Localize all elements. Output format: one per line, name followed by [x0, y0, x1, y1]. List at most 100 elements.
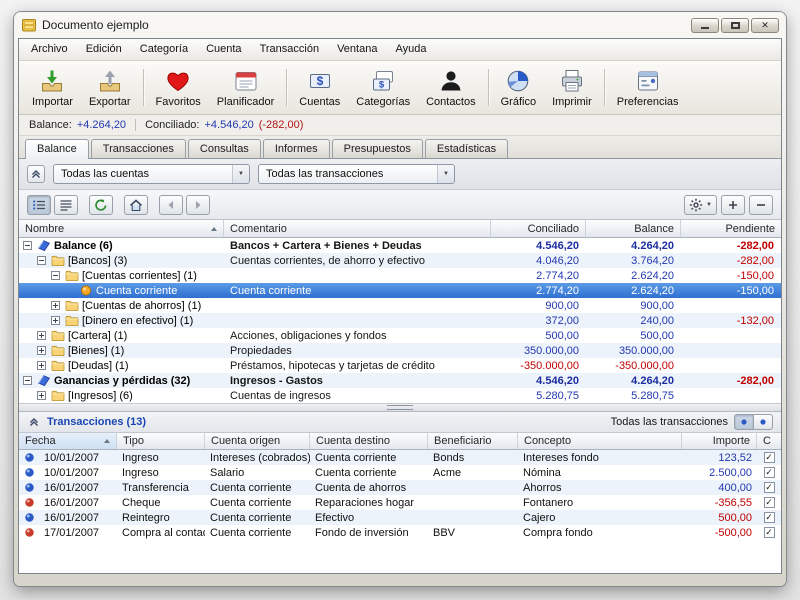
menu-ventana[interactable]: Ventana	[328, 39, 386, 60]
splitter-handle[interactable]	[19, 403, 781, 412]
tree-pending-cell: -132,00	[681, 315, 781, 327]
list-flat-button[interactable]	[54, 195, 78, 215]
transaction-row[interactable]: 16/01/2007ChequeCuenta corrienteReparaci…	[19, 495, 781, 510]
forward-button[interactable]	[186, 195, 210, 215]
home-button[interactable]	[124, 195, 148, 215]
refresh-button[interactable]	[89, 195, 113, 215]
tree-pending-cell: -282,00	[681, 255, 781, 267]
expander-plus-icon[interactable]	[37, 346, 46, 355]
tab-informes[interactable]: Informes	[263, 139, 330, 158]
tree-column-comentario[interactable]: Comentario	[224, 220, 491, 237]
list-detail-button[interactable]	[27, 195, 51, 215]
toolbar-favoritos-button[interactable]: Favoritos	[148, 63, 209, 112]
toolbar-imprimir-button[interactable]: Imprimir	[544, 63, 600, 112]
tree-row[interactable]: Ganancias y pérdidas (32)Ingresos - Gast…	[19, 373, 781, 388]
tree-row[interactable]: Cuenta corrienteCuenta corriente2.774,20…	[19, 283, 781, 298]
tab-balance[interactable]: Balance	[25, 139, 89, 159]
checkbox-checked[interactable]: ✓	[764, 452, 775, 463]
tree-column-pendiente[interactable]: Pendiente	[681, 220, 781, 237]
toolbar-exportar-button[interactable]: Exportar	[81, 63, 139, 112]
tree-row[interactable]: [Cartera] (1)Acciones, obligaciones y fo…	[19, 328, 781, 343]
toolbar-planificador-button[interactable]: Planificador	[209, 63, 282, 112]
transaction-row[interactable]: 17/01/2007Compra al contadoCuenta corrie…	[19, 525, 781, 540]
toolbar-grafico-button[interactable]: Gráfico	[493, 63, 544, 112]
add-button[interactable]	[721, 195, 745, 215]
tree-row[interactable]: [Bancos] (3)Cuentas corrientes, de ahorr…	[19, 253, 781, 268]
expander-minus-icon[interactable]	[51, 271, 60, 280]
gear-button[interactable]: ▼	[684, 195, 717, 215]
collapse-filters-button[interactable]	[27, 165, 45, 183]
checkbox-checked[interactable]: ✓	[764, 467, 775, 478]
transaction-row[interactable]: 10/01/2007IngresoIntereses (cobrados)Cue…	[19, 450, 781, 465]
tab-presupuestos[interactable]: Presupuestos	[332, 139, 423, 158]
remove-button[interactable]	[749, 195, 773, 215]
tab-estadisticas[interactable]: Estadísticas	[425, 139, 508, 158]
view-switch-list-button[interactable]	[734, 414, 754, 430]
expander-plus-icon[interactable]	[37, 361, 46, 370]
menu-cuenta[interactable]: Cuenta	[197, 39, 250, 60]
tab-consultas[interactable]: Consultas	[188, 139, 261, 158]
close-button[interactable]: ✕	[751, 18, 779, 33]
collapse-transactions-button[interactable]	[27, 415, 41, 429]
title-bar[interactable]: Documento ejemplo ✕	[14, 12, 786, 38]
transaction-income-icon	[24, 512, 35, 523]
back-button[interactable]	[159, 195, 183, 215]
tree-row[interactable]: [Ingresos] (6)Cuentas de ingresos5.280,7…	[19, 388, 781, 403]
toolbar-contactos-button[interactable]: Contactos	[418, 63, 484, 112]
tree-column-balance[interactable]: Balance	[586, 220, 681, 237]
checkbox-checked[interactable]: ✓	[764, 482, 775, 493]
expander-plus-icon[interactable]	[37, 331, 46, 340]
transactions-column-beneficiario[interactable]: Beneficiario	[428, 433, 518, 449]
maximize-button[interactable]	[721, 18, 749, 33]
expander-plus-icon[interactable]	[51, 316, 60, 325]
transactions-column-fecha[interactable]: Fecha	[19, 433, 117, 449]
tree-reconciled-cell: 5.280,75	[491, 390, 586, 402]
accounts-filter-select[interactable]: Todas las cuentas ▼	[53, 164, 250, 184]
transactions-column-cuenta-origen[interactable]: Cuenta origen	[205, 433, 310, 449]
tree-row[interactable]: [Cuentas corrientes] (1)2.774,202.624,20…	[19, 268, 781, 283]
tree-row[interactable]: [Bienes] (1)Propiedades350.000,00350.000…	[19, 343, 781, 358]
tab-transacciones[interactable]: Transacciones	[91, 139, 186, 158]
tree-row[interactable]: Balance (6)Bancos + Cartera + Bienes + D…	[19, 238, 781, 253]
transaction-row[interactable]: 16/01/2007TransferenciaCuenta corrienteC…	[19, 480, 781, 495]
expander-minus-icon[interactable]	[23, 376, 32, 385]
transaction-type-icon-cell	[19, 482, 39, 493]
transaction-row[interactable]: 16/01/2007ReintegroCuenta corrienteEfect…	[19, 510, 781, 525]
menu-transaccion[interactable]: Transacción	[251, 39, 329, 60]
tree-row[interactable]: [Cuentas de ahorros] (1)900,00900,00	[19, 298, 781, 313]
transactions-column-importe[interactable]: Importe	[682, 433, 757, 449]
toolbar-preferencias-button[interactable]: Preferencias	[609, 63, 687, 112]
pending-value: (-282,00)	[259, 119, 304, 131]
tree-column-nombre[interactable]: Nombre	[19, 220, 224, 237]
checkbox-checked[interactable]: ✓	[764, 497, 775, 508]
toolbar-button-label: Cuentas	[299, 96, 340, 108]
transactions-column-concepto[interactable]: Concepto	[518, 433, 682, 449]
toolbar-categorias-button[interactable]: $Categorías	[348, 63, 418, 112]
toolbar-importar-button[interactable]: Importar	[24, 63, 81, 112]
checkbox-checked[interactable]: ✓	[764, 527, 775, 538]
transactions-column-tipo[interactable]: Tipo	[117, 433, 205, 449]
checkbox-checked[interactable]: ✓	[764, 512, 775, 523]
toolbar-cuentas-button[interactable]: $Cuentas	[291, 63, 348, 112]
transactions-filter-select[interactable]: Todas las transacciones ▼	[258, 164, 455, 184]
transaction-type-icon-cell	[19, 527, 39, 538]
expander-minus-icon[interactable]	[37, 256, 46, 265]
transactions-column-c[interactable]: C	[757, 433, 781, 449]
expander-plus-icon[interactable]	[51, 301, 60, 310]
view-toolbar: ▼	[19, 190, 781, 220]
expander-plus-icon[interactable]	[37, 391, 46, 400]
menu-edicion[interactable]: Edición	[77, 39, 131, 60]
menu-ayuda[interactable]: Ayuda	[386, 39, 435, 60]
tree-row[interactable]: [Deudas] (1)Préstamos, hipotecas y tarje…	[19, 358, 781, 373]
menu-categoria[interactable]: Categoría	[131, 39, 197, 60]
tree-column-conciliado[interactable]: Conciliado	[491, 220, 586, 237]
transactions-column-cuenta-destino[interactable]: Cuenta destino	[310, 433, 428, 449]
tree-balance-cell: 240,00	[586, 315, 681, 327]
menu-archivo[interactable]: Archivo	[22, 39, 77, 60]
minimize-button[interactable]	[691, 18, 719, 33]
tree-row[interactable]: [Dinero en efectivo] (1)372,00240,00-132…	[19, 313, 781, 328]
view-switch-detail-button[interactable]	[753, 414, 773, 430]
transaction-destination-cell: Cuenta corriente	[310, 452, 428, 464]
transaction-row[interactable]: 10/01/2007IngresoSalarioCuenta corriente…	[19, 465, 781, 480]
expander-minus-icon[interactable]	[23, 241, 32, 250]
